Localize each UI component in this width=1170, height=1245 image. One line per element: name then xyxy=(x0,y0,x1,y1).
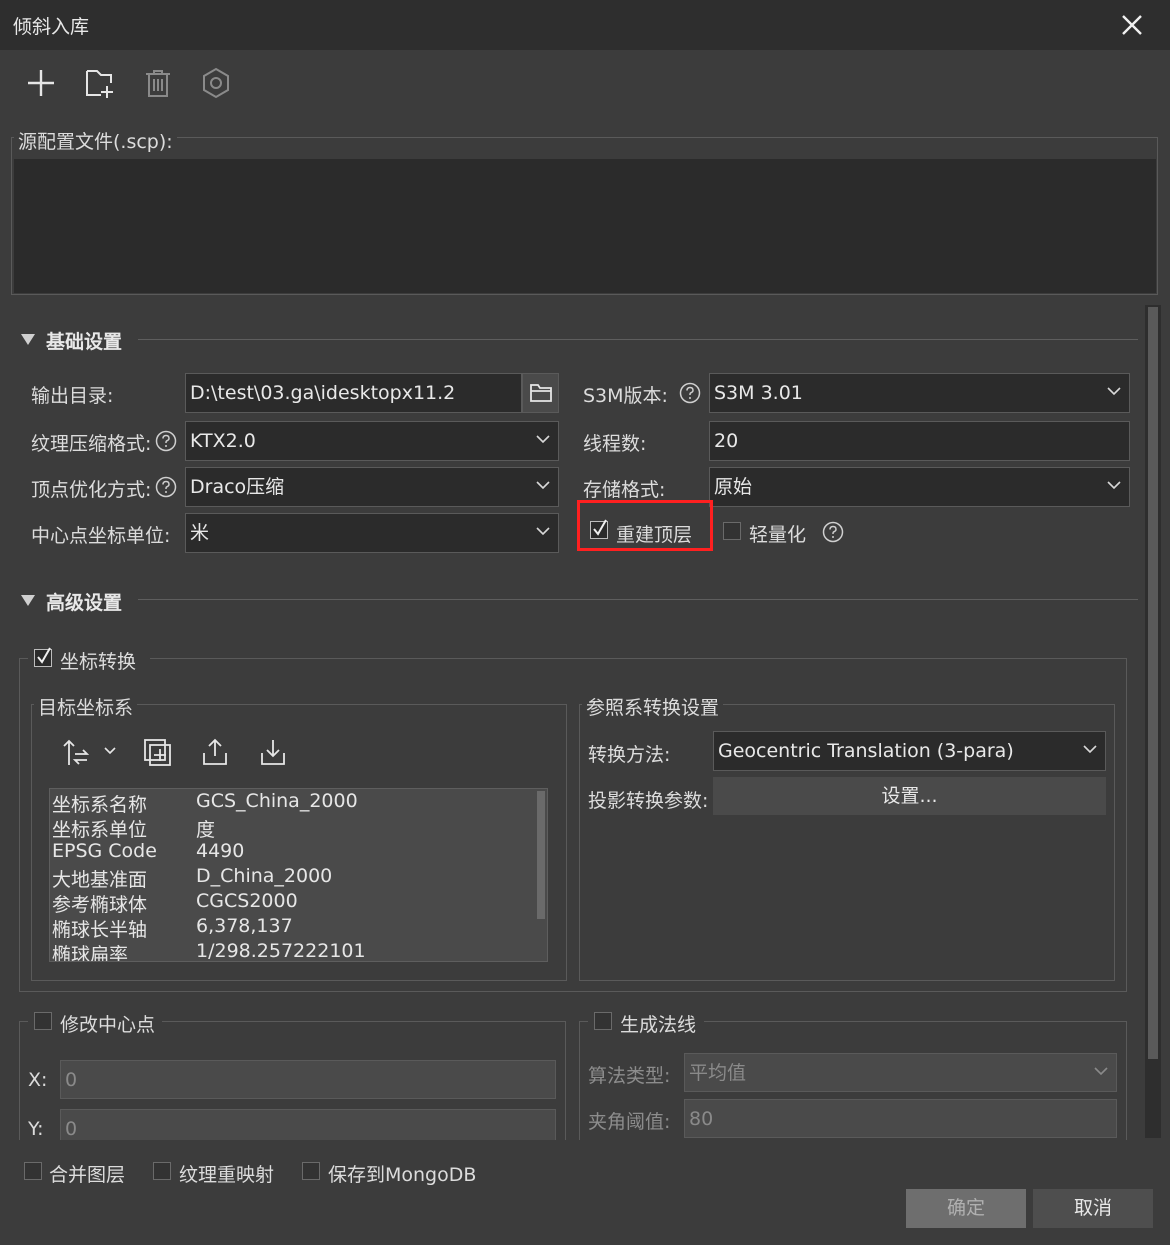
folder-icon xyxy=(530,384,552,402)
scrollbar-track[interactable] xyxy=(1145,305,1161,1138)
texture-remap-label[interactable]: 纹理重映射 xyxy=(179,1160,274,1187)
s3m-version-label: S3M版本: xyxy=(583,385,668,407)
list-item: 坐标系名称 GCS_China_2000 xyxy=(52,790,358,816)
proj-settings-button[interactable]: 设置... xyxy=(713,777,1106,815)
chevron-down-icon xyxy=(1083,745,1097,754)
transform-method-label: 转换方法: xyxy=(588,744,671,766)
ok-button[interactable]: 确定 xyxy=(906,1189,1026,1228)
divider xyxy=(138,599,1138,600)
list-item: 参考椭球体 CGCS2000 xyxy=(52,890,298,916)
list-item: 椭球长半轴 6,378,137 xyxy=(52,915,293,941)
copy-cs-icon[interactable] xyxy=(142,737,172,767)
import-icon[interactable] xyxy=(258,737,288,767)
y-label: Y: xyxy=(28,1118,44,1140)
algo-type-value: 平均值 xyxy=(689,1062,747,1084)
lightweight-checkbox[interactable] xyxy=(723,522,741,540)
output-dir-label: 输出目录: xyxy=(31,385,114,407)
s3m-version-select[interactable]: S3M 3.01 xyxy=(709,373,1130,413)
gen-normals-checkbox[interactable] xyxy=(594,1012,612,1030)
modify-center-checkbox[interactable] xyxy=(34,1012,52,1030)
algo-type-label: 算法类型: xyxy=(588,1065,671,1087)
lightweight-label[interactable]: 轻量化 xyxy=(749,520,806,547)
texture-format-select[interactable]: KTX2.0 xyxy=(185,421,559,461)
target-cs-label: 目标坐标系 xyxy=(34,693,138,720)
storage-format-select[interactable]: 原始 xyxy=(709,467,1130,507)
scrollbar[interactable] xyxy=(537,791,545,919)
chevron-down-icon xyxy=(536,481,550,490)
settings-icon[interactable] xyxy=(199,66,233,100)
list-item: 大地基准面 D_China_2000 xyxy=(52,865,333,891)
threads-input[interactable]: 20 xyxy=(709,421,1130,461)
coord-transform-checkbox[interactable] xyxy=(34,647,52,667)
proj-params-label: 投影转换参数: xyxy=(588,790,709,812)
texture-format-label: 纹理压缩格式: xyxy=(31,433,152,455)
export-icon[interactable] xyxy=(200,737,230,767)
advanced-settings-title: 高级设置 xyxy=(46,592,123,614)
output-dir-input[interactable]: D:\test\03.ga\idesktopx11.2 xyxy=(185,373,522,413)
x-label: X: xyxy=(28,1069,48,1091)
ref-transform-label: 参照系转换设置 xyxy=(582,693,724,720)
add-icon[interactable] xyxy=(24,66,58,100)
vertex-opt-value: Draco压缩 xyxy=(190,476,285,498)
center-unit-select[interactable]: 米 xyxy=(185,513,559,553)
scrollbar-thumb[interactable] xyxy=(1148,307,1158,1059)
s3m-version-value: S3M 3.01 xyxy=(714,382,803,404)
storage-format-value: 原始 xyxy=(714,476,753,498)
window-title: 倾斜入库 xyxy=(13,16,90,38)
merge-layers-label[interactable]: 合并图层 xyxy=(49,1160,125,1187)
scp-file-list[interactable] xyxy=(14,159,1156,293)
checkmark-icon xyxy=(593,519,607,536)
algo-type-select[interactable]: 平均值 xyxy=(684,1053,1117,1092)
help-icon[interactable] xyxy=(822,521,844,543)
close-icon[interactable] xyxy=(1119,12,1145,38)
x-input[interactable]: 0 xyxy=(60,1060,556,1099)
delete-icon[interactable] xyxy=(141,66,175,100)
chevron-down-icon[interactable] xyxy=(104,746,116,756)
angle-threshold-label: 夹角阈值: xyxy=(588,1111,671,1133)
center-unit-value: 米 xyxy=(190,522,210,544)
help-icon[interactable] xyxy=(679,382,701,404)
checkmark-icon xyxy=(37,647,51,664)
vertex-opt-select[interactable]: Draco压缩 xyxy=(185,467,559,507)
gen-normals-label[interactable]: 生成法线 xyxy=(620,1010,696,1037)
basic-settings-title: 基础设置 xyxy=(46,331,123,353)
title-bar xyxy=(0,0,1170,50)
save-mongodb-label[interactable]: 保存到MongoDB xyxy=(328,1160,476,1187)
center-unit-label: 中心点坐标单位: xyxy=(31,525,171,547)
divider xyxy=(138,339,1138,340)
storage-format-label: 存储格式: xyxy=(583,479,666,501)
vertex-opt-label: 顶点优化方式: xyxy=(31,479,152,501)
modify-center-label[interactable]: 修改中心点 xyxy=(60,1010,155,1037)
cs-property-list[interactable]: 坐标系名称 GCS_China_2000 坐标系单位度 EPSG Code 4490… xyxy=(49,788,548,962)
list-item: 坐标系单位度 xyxy=(52,819,216,841)
chevron-down-icon xyxy=(1107,387,1121,396)
merge-layers-checkbox[interactable] xyxy=(24,1162,42,1180)
add-file-icon[interactable] xyxy=(83,66,117,100)
texture-remap-checkbox[interactable] xyxy=(153,1162,171,1180)
collapse-triangle-icon[interactable] xyxy=(21,595,35,607)
chevron-down-icon xyxy=(536,527,550,536)
transform-method-value: Geocentric Translation (3-para) xyxy=(718,740,1014,762)
scp-label: 源配置文件(.scp): xyxy=(14,127,177,154)
collapse-triangle-icon[interactable] xyxy=(21,334,35,346)
coord-transform-label[interactable]: 坐标转换 xyxy=(60,647,136,674)
browse-folder-button[interactable] xyxy=(522,373,559,413)
cancel-button[interactable]: 取消 xyxy=(1033,1189,1153,1228)
list-item: 椭球扁率 1/298.257222101 xyxy=(52,940,366,962)
list-item: EPSG Code 4490 xyxy=(52,840,245,862)
transform-method-select[interactable]: Geocentric Translation (3-para) xyxy=(713,731,1106,771)
help-icon[interactable] xyxy=(155,476,177,498)
chevron-down-icon xyxy=(1107,481,1121,490)
chevron-down-icon xyxy=(536,435,550,444)
texture-format-value: KTX2.0 xyxy=(190,430,256,452)
save-mongodb-checkbox[interactable] xyxy=(302,1162,320,1180)
threads-label: 线程数: xyxy=(583,433,647,455)
help-icon[interactable] xyxy=(155,430,177,452)
angle-threshold-input[interactable]: 80 xyxy=(684,1099,1117,1138)
rebuild-top-label[interactable]: 重建顶层 xyxy=(616,520,692,547)
coord-system-icon[interactable] xyxy=(61,738,91,768)
chevron-down-icon xyxy=(1094,1067,1108,1076)
rebuild-top-checkbox[interactable] xyxy=(590,519,608,539)
